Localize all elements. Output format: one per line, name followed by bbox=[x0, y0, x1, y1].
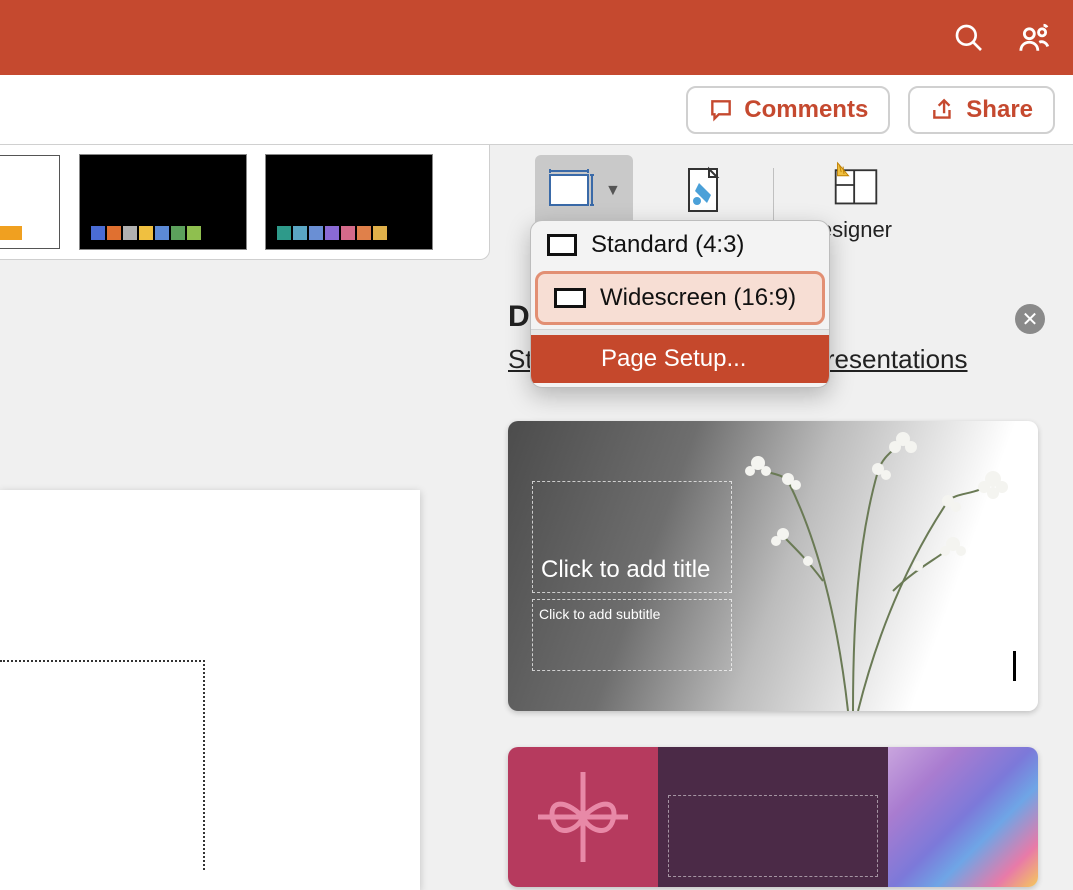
aspect-16-9-icon bbox=[554, 288, 586, 308]
design2-mid-segment bbox=[658, 747, 888, 887]
format-background-icon bbox=[679, 165, 727, 213]
design-suggestion-2[interactable] bbox=[508, 747, 1038, 887]
design2-left-segment bbox=[508, 747, 658, 887]
menu-item-label: Widescreen (16:9) bbox=[600, 284, 796, 312]
theme-thumb-1[interactable] bbox=[0, 155, 60, 249]
format-background-button[interactable] bbox=[673, 159, 733, 219]
design2-title-placeholder bbox=[668, 795, 878, 877]
close-icon[interactable]: ✕ bbox=[1015, 304, 1045, 334]
theme-thumb-2[interactable] bbox=[80, 155, 246, 249]
menu-item-label: Standard (4:3) bbox=[591, 231, 744, 259]
title-bar bbox=[0, 0, 1073, 75]
designer-label: esigner bbox=[820, 217, 892, 243]
chevron-down-icon: ▼ bbox=[605, 182, 621, 200]
bow-icon bbox=[538, 772, 628, 862]
slide-editor-pane bbox=[0, 280, 420, 880]
share-button[interactable]: Share bbox=[908, 86, 1055, 134]
theme-thumb-3[interactable] bbox=[266, 155, 432, 249]
search-icon[interactable] bbox=[951, 20, 987, 56]
menu-item-page-setup[interactable]: Page Setup... bbox=[531, 335, 829, 383]
slide-placeholder-box[interactable] bbox=[0, 660, 205, 870]
theme-variant-strip bbox=[0, 145, 490, 260]
designer-pane-title: D bbox=[508, 300, 530, 333]
design-suggestion-1[interactable]: Click to add title Click to add subtitle bbox=[508, 421, 1038, 711]
comments-button[interactable]: Comments bbox=[686, 86, 890, 134]
designer-icon bbox=[832, 161, 880, 209]
share-label: Share bbox=[966, 96, 1033, 124]
slide-size-dropdown: Standard (4:3) Widescreen (16:9) Page Se… bbox=[530, 220, 830, 388]
share-people-icon[interactable] bbox=[1017, 20, 1053, 56]
text-cursor-icon bbox=[1013, 651, 1016, 681]
menu-item-standard[interactable]: Standard (4:3) bbox=[531, 221, 829, 269]
slide-size-icon bbox=[547, 167, 595, 215]
comments-label: Comments bbox=[744, 96, 868, 124]
slide-size-button[interactable]: ▼ bbox=[535, 155, 633, 227]
design-subtitle-placeholder: Click to add subtitle bbox=[532, 599, 732, 671]
design-title-placeholder: Click to add title bbox=[532, 481, 732, 593]
menu-item-label: Page Setup... bbox=[601, 345, 746, 373]
aspect-4-3-icon bbox=[547, 234, 577, 256]
ribbon-actions-row: Comments Share bbox=[0, 75, 1073, 145]
menu-item-widescreen[interactable]: Widescreen (16:9) bbox=[535, 271, 825, 325]
design2-right-segment bbox=[888, 747, 1038, 887]
